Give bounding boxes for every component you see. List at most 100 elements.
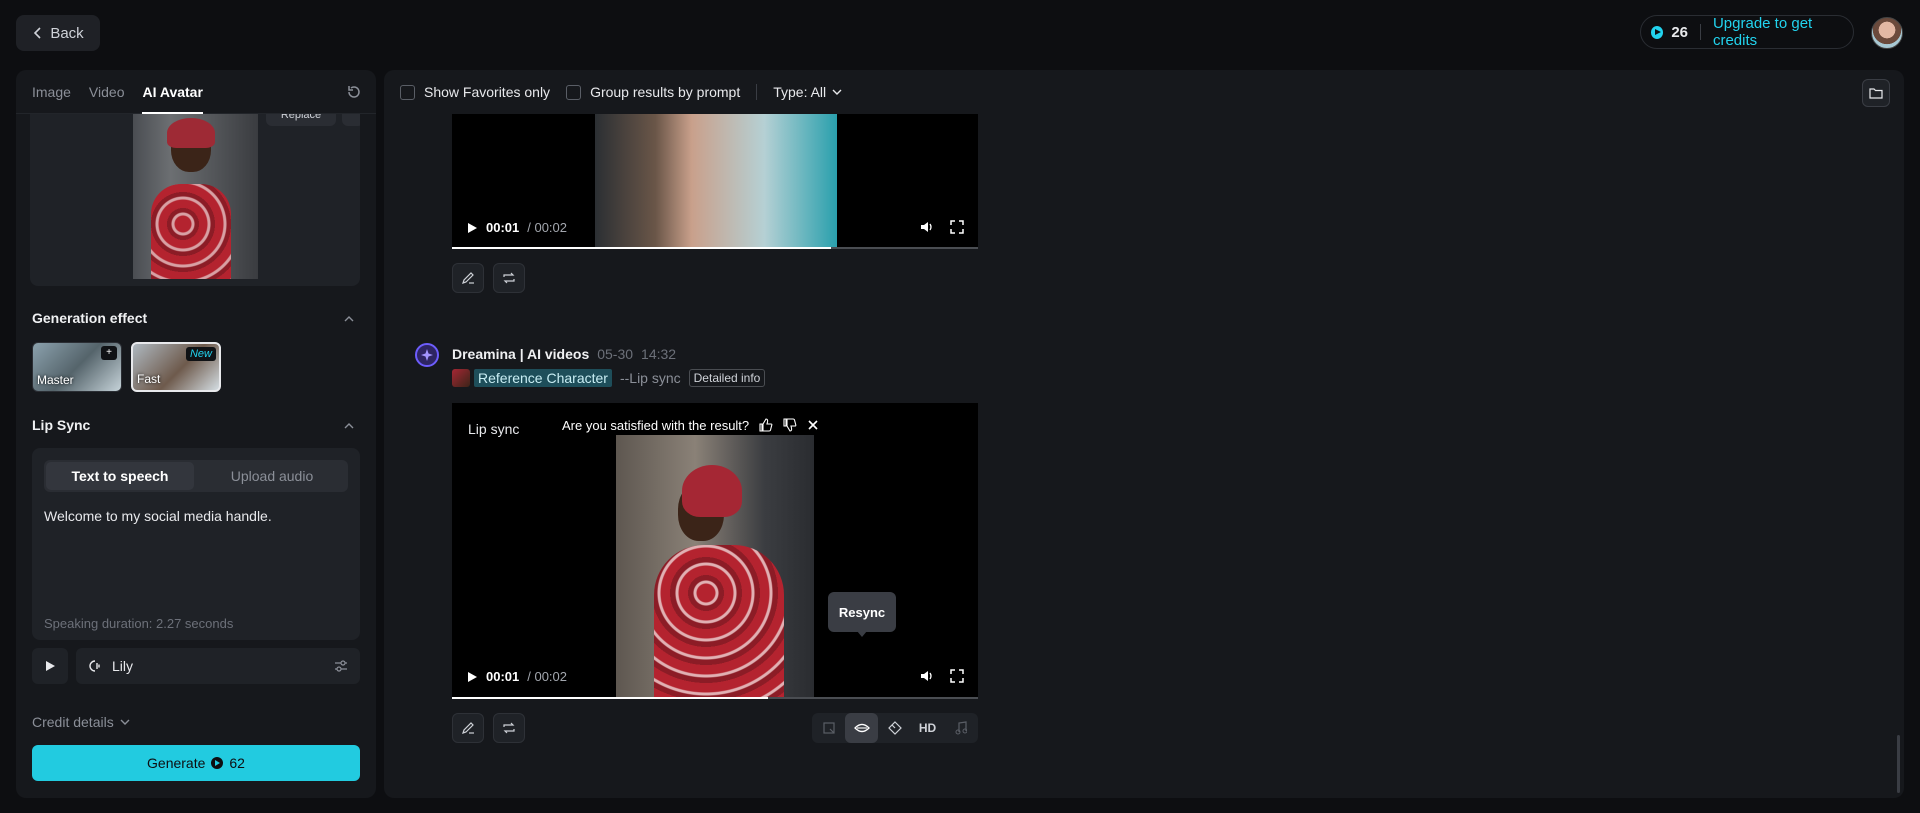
total-time: / 00:02 xyxy=(527,220,568,235)
credits-pill[interactable]: 26 Upgrade to get credits xyxy=(1640,15,1854,49)
back-button[interactable]: Back xyxy=(16,15,100,51)
thumbs-down-icon[interactable] xyxy=(783,418,797,432)
delete-icon[interactable] xyxy=(342,114,360,126)
chevron-up-icon[interactable] xyxy=(344,421,354,431)
reference-image xyxy=(133,114,258,279)
audio-tool[interactable] xyxy=(944,713,977,743)
tab-ai-avatar[interactable]: AI Avatar xyxy=(142,70,203,114)
effect-fast[interactable]: New Fast xyxy=(131,342,221,392)
speech-textarea[interactable]: Welcome to my social media handle. xyxy=(44,508,272,524)
credit-details-label: Credit details xyxy=(32,714,114,730)
group-by-prompt-checkbox[interactable]: Group results by prompt xyxy=(566,84,740,100)
reference-character-label: Reference Character xyxy=(474,369,612,387)
top-bar: Back 26 Upgrade to get credits xyxy=(0,0,1920,66)
video-frame xyxy=(595,114,837,249)
play-icon[interactable] xyxy=(466,222,478,234)
preview-play-button[interactable] xyxy=(32,648,68,684)
feedback-question: Are you satisfied with the result? xyxy=(562,417,750,433)
results-scrollbar[interactable] xyxy=(1897,735,1900,793)
pencil-icon xyxy=(462,722,474,734)
play-icon[interactable] xyxy=(466,671,478,683)
fullscreen-icon[interactable] xyxy=(950,669,964,683)
video-time: 00:01 / 00:02 xyxy=(466,220,567,235)
regenerate-button[interactable] xyxy=(493,263,525,293)
dreamina-logo-icon xyxy=(415,343,439,367)
credit-details-toggle[interactable]: Credit details xyxy=(32,714,130,730)
folder-button[interactable] xyxy=(1862,79,1890,107)
show-favorites-label: Show Favorites only xyxy=(424,84,551,100)
pencil-icon xyxy=(462,272,474,284)
group-by-prompt-label: Group results by prompt xyxy=(590,84,741,100)
back-label: Back xyxy=(50,24,84,42)
credit-coin-icon xyxy=(1651,25,1664,39)
close-icon[interactable] xyxy=(807,419,819,431)
type-filter-dropdown[interactable]: Type: All xyxy=(773,84,842,100)
video-frame xyxy=(616,435,814,699)
upgrade-link[interactable]: Upgrade to get credits xyxy=(1713,15,1853,49)
refresh-icon[interactable] xyxy=(346,84,362,100)
edit-button[interactable] xyxy=(452,713,484,743)
video-player-1[interactable]: 00:01 / 00:02 xyxy=(452,114,978,249)
crop-tool[interactable] xyxy=(812,713,845,743)
repeat-icon xyxy=(503,272,515,284)
edit-button[interactable] xyxy=(452,263,484,293)
result-author: Dreamina | AI videos xyxy=(452,346,590,362)
replace-button[interactable]: Replace xyxy=(266,114,336,126)
upload-audio-tab[interactable]: Upload audio xyxy=(198,462,346,490)
total-time: / 00:02 xyxy=(527,669,568,684)
resync-tooltip: Resync xyxy=(828,592,896,637)
volume-icon[interactable] xyxy=(920,220,934,234)
play-icon xyxy=(46,661,55,671)
prompt-suffix: --Lip sync xyxy=(619,370,681,386)
video-player-2[interactable]: Lip sync Are you satisfied with the resu… xyxy=(452,403,978,699)
interpolate-tool[interactable] xyxy=(878,713,911,743)
speaking-duration: Speaking duration: 2.27 seconds xyxy=(44,616,234,631)
result-time: 14:32 xyxy=(641,346,677,362)
effect-fast-label: Fast xyxy=(137,372,161,386)
text-to-speech-tab[interactable]: Text to speech xyxy=(46,462,194,490)
generate-label: Generate xyxy=(147,755,206,771)
lips-icon xyxy=(853,723,870,733)
regenerate-button[interactable] xyxy=(493,713,525,743)
new-badge: New xyxy=(185,347,216,361)
hd-upscale-tool[interactable]: HD xyxy=(911,713,944,743)
settings-sliders-icon[interactable] xyxy=(334,659,348,673)
result-date: 05-30 xyxy=(597,346,634,362)
chevron-up-icon[interactable] xyxy=(344,314,354,324)
diamond-icon xyxy=(887,721,902,735)
result-header: Dreamina | AI videos 05-30 14:32 xyxy=(452,346,676,362)
video-controls-right xyxy=(920,220,964,234)
tab-video[interactable]: Video xyxy=(89,70,125,114)
progress-fill xyxy=(452,247,831,249)
lip-sync-label: Lip sync xyxy=(468,421,520,437)
results-panel: Show Favorites only Group results by pro… xyxy=(384,70,1904,798)
mode-tabs: Image Video AI Avatar xyxy=(16,70,376,114)
fullscreen-icon[interactable] xyxy=(950,220,964,234)
current-time: 00:01 xyxy=(486,220,520,235)
reference-character-chip[interactable]: Reference Character xyxy=(452,369,612,387)
tab-image[interactable]: Image xyxy=(32,70,71,114)
thumbs-up-icon[interactable] xyxy=(759,418,773,432)
credit-count: 26 xyxy=(1671,23,1689,41)
music-note-icon xyxy=(955,721,967,735)
resync-tool[interactable] xyxy=(845,713,878,743)
volume-icon[interactable] xyxy=(920,669,934,683)
results-toolbar: Show Favorites only Group results by pro… xyxy=(384,70,1904,114)
repeat-icon xyxy=(503,722,515,734)
folder-icon xyxy=(1869,88,1883,99)
generate-button[interactable]: Generate 62 xyxy=(32,745,360,781)
effect-master-label: Master xyxy=(37,373,74,387)
divider xyxy=(756,84,758,100)
reference-image-box: Replace xyxy=(30,114,360,286)
detailed-info-button[interactable]: Detailed info xyxy=(688,369,766,387)
checkbox-box xyxy=(566,84,582,100)
generation-effect-title: Generation effect xyxy=(32,310,148,326)
user-avatar[interactable] xyxy=(1871,17,1903,49)
current-time: 00:01 xyxy=(486,669,520,684)
chevron-down-icon xyxy=(832,89,842,95)
effect-master[interactable]: + Master xyxy=(32,342,122,392)
show-favorites-checkbox[interactable]: Show Favorites only xyxy=(400,84,550,100)
voice-selector[interactable]: Lily xyxy=(76,648,360,684)
progress-fill xyxy=(452,697,768,699)
effect-master-badge: + xyxy=(101,346,117,360)
